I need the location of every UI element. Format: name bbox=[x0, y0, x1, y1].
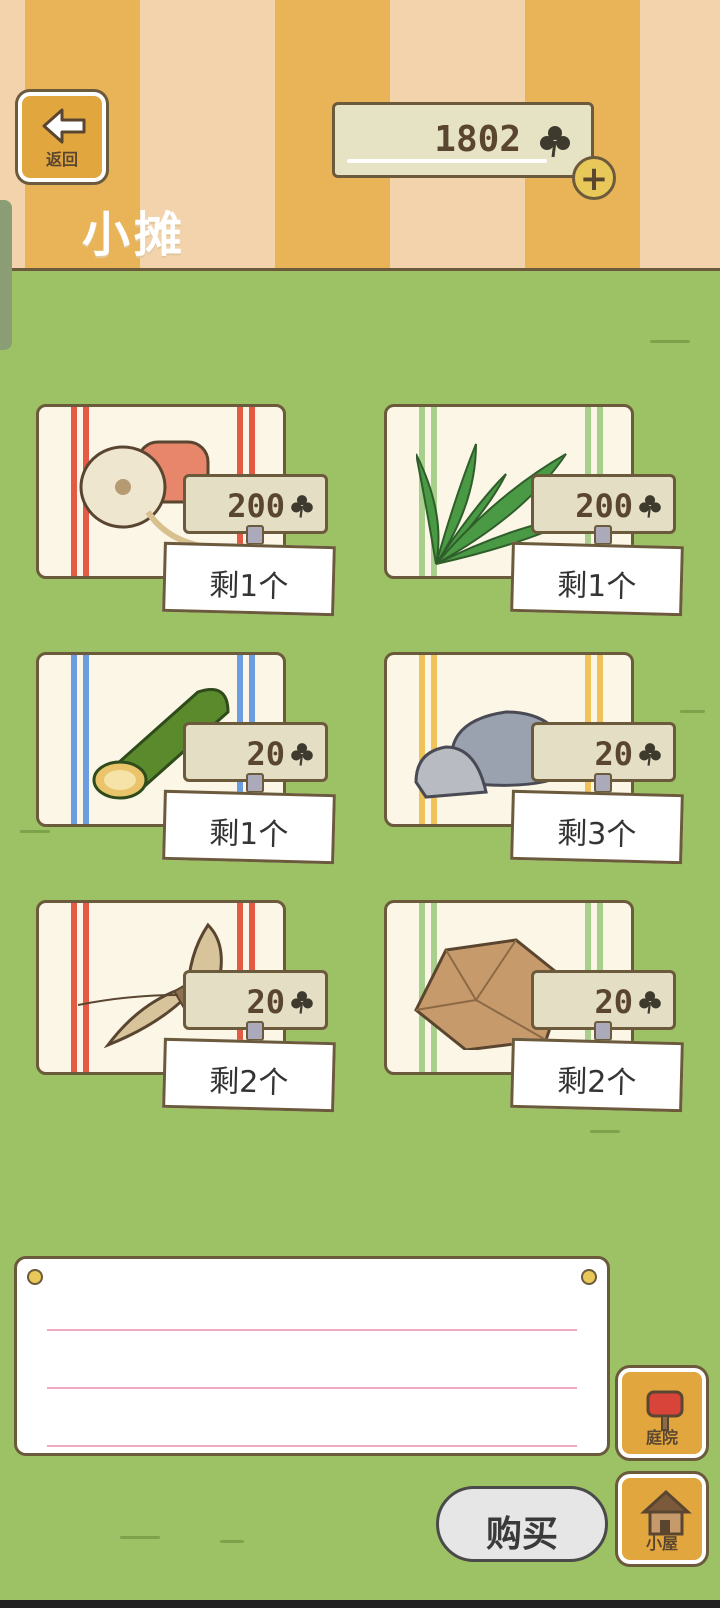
stock-tag: 剩1个 bbox=[162, 541, 336, 617]
system-nav-bar bbox=[0, 1600, 720, 1608]
currency-value: 1802 bbox=[434, 119, 521, 160]
grass-decoration bbox=[650, 340, 690, 343]
clover-icon bbox=[540, 126, 570, 158]
courtyard-button[interactable]: 庭院 bbox=[618, 1368, 706, 1458]
back-button[interactable]: 返回 bbox=[18, 92, 106, 182]
price-tag: 20 bbox=[183, 722, 328, 793]
stock-tag: 剩2个 bbox=[162, 1037, 336, 1113]
shop-item-bamboo[interactable]: 20 剩1个 bbox=[28, 652, 348, 872]
price-tag: 20 bbox=[183, 970, 328, 1041]
description-board bbox=[14, 1256, 610, 1456]
add-currency-button[interactable]: + bbox=[572, 156, 616, 200]
stock-tag: 剩2个 bbox=[510, 1037, 684, 1113]
stock-tag: 剩3个 bbox=[510, 789, 684, 865]
shop-item-leaf[interactable]: 200 剩1个 bbox=[376, 404, 696, 624]
price-tag: 20 bbox=[531, 970, 676, 1041]
page-title: 小摊 bbox=[82, 207, 187, 263]
edge-handle[interactable] bbox=[0, 200, 12, 350]
shop-item-straw[interactable]: 20 剩2个 bbox=[28, 900, 348, 1120]
grass-decoration bbox=[120, 1536, 160, 1539]
currency-display: 1802 bbox=[332, 102, 594, 178]
currency-underline bbox=[347, 159, 547, 163]
shop-item-spool[interactable]: 200 剩1个 bbox=[28, 404, 348, 624]
house-button[interactable]: 小屋 bbox=[618, 1474, 706, 1564]
shop-item-stone[interactable]: 20 剩3个 bbox=[376, 652, 696, 872]
stock-tag: 剩1个 bbox=[162, 789, 336, 865]
clover-icon bbox=[291, 991, 313, 1014]
pin-icon bbox=[581, 1269, 597, 1285]
clover-icon bbox=[639, 495, 661, 518]
back-label: 返回 bbox=[45, 150, 78, 169]
price-tag: 200 bbox=[531, 474, 676, 545]
stock-tag: 剩1个 bbox=[510, 541, 684, 617]
price-tag: 200 bbox=[183, 474, 328, 545]
grass-decoration bbox=[220, 1540, 244, 1543]
clover-icon bbox=[639, 743, 661, 766]
pin-icon bbox=[27, 1269, 43, 1285]
clover-icon bbox=[291, 743, 313, 766]
plus-icon: + bbox=[579, 159, 609, 199]
shop-item-paper[interactable]: 20 剩2个 bbox=[376, 900, 696, 1120]
back-arrow-icon bbox=[42, 108, 86, 144]
grass-decoration bbox=[20, 830, 50, 833]
price-tag: 20 bbox=[531, 722, 676, 793]
grass-decoration bbox=[590, 1130, 620, 1133]
grass-decoration bbox=[680, 710, 705, 713]
clover-icon bbox=[639, 991, 661, 1014]
clover-icon bbox=[291, 495, 313, 518]
buy-button[interactable]: 购买 bbox=[436, 1486, 608, 1562]
